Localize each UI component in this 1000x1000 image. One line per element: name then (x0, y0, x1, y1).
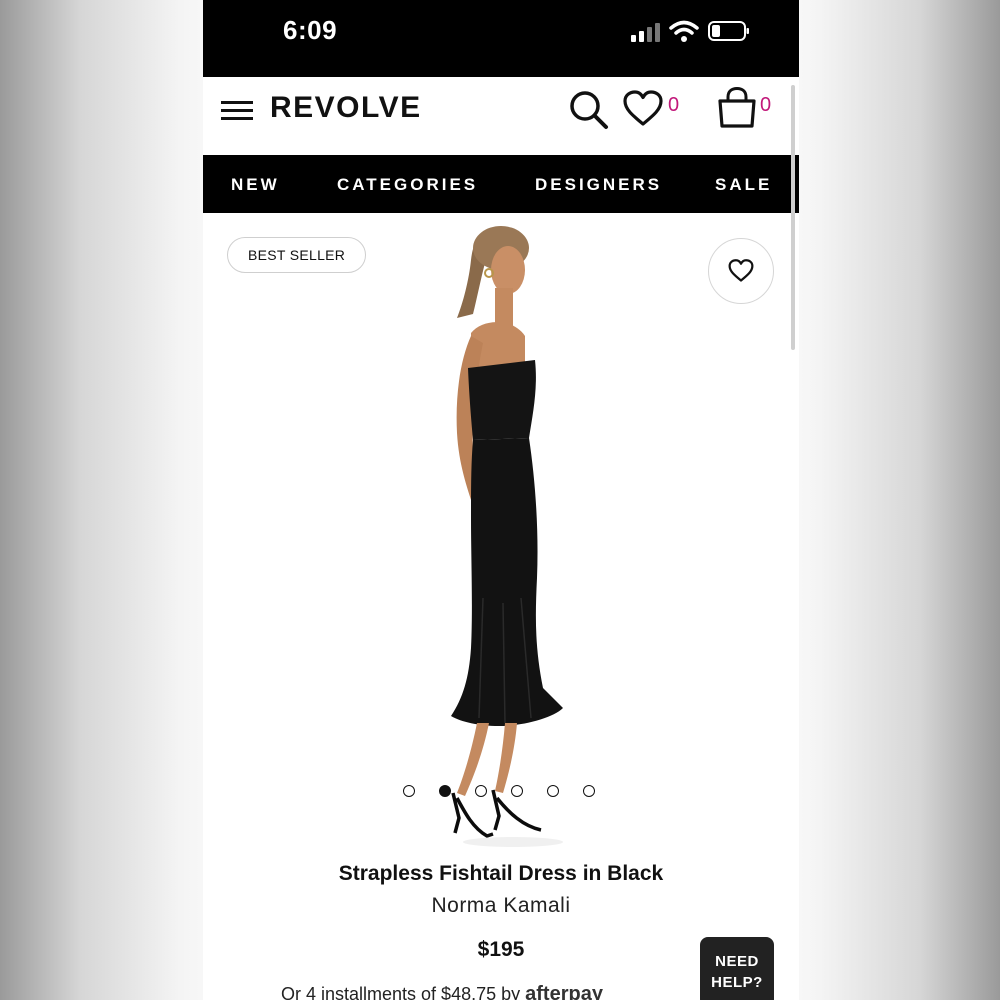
carousel-dot-1[interactable] (403, 785, 415, 797)
hamburger-menu-icon[interactable] (221, 99, 255, 123)
need-help-line-1: NEED (715, 953, 759, 970)
page-scrollbar[interactable] (791, 85, 795, 350)
search-icon[interactable] (568, 89, 610, 131)
status-bar: 6:09 (203, 0, 799, 77)
need-help-button[interactable]: NEED HELP? (700, 937, 774, 1000)
product-image-gallery[interactable]: BEST SELLER (203, 213, 799, 853)
heart-icon (728, 259, 754, 282)
best-seller-badge: BEST SELLER (227, 237, 367, 273)
afterpay-installments: Or 4 installments of $48.75 by afterpay (281, 983, 603, 1000)
nav-item-new[interactable]: NEW (231, 175, 280, 195)
wishlist-count: 0 (668, 94, 680, 116)
nav-item-sale[interactable]: SALE (715, 175, 772, 195)
battery-icon (708, 21, 749, 41)
nav-item-categories[interactable]: CATEGORIES (337, 175, 478, 195)
carousel-dot-4[interactable] (511, 785, 523, 797)
installments-text: Or 4 installments of $48.75 by (281, 984, 521, 1000)
shopping-bag-icon[interactable] (716, 87, 758, 129)
bag-count: 0 (760, 94, 772, 116)
wishlist-heart-icon[interactable] (622, 90, 664, 128)
phone-screen: 6:09 REVOLVE 0 0 NEW CATEGORIES DESIGNER… (203, 0, 799, 1000)
product-title: Strapless Fishtail Dress in Black (338, 862, 664, 885)
product-brand-link[interactable]: Norma Kamali (203, 894, 799, 918)
carousel-dot-3[interactable] (475, 785, 487, 797)
site-header: REVOLVE 0 0 (203, 77, 799, 155)
product-photo-model-in-dress (451, 226, 563, 847)
status-time: 6:09 (283, 15, 338, 45)
need-help-line-2: HELP? (711, 974, 763, 991)
carousel-dot-5[interactable] (547, 785, 559, 797)
add-to-wishlist-button[interactable] (708, 238, 774, 304)
carousel-dot-2[interactable] (439, 785, 451, 797)
revolve-logo[interactable]: REVOLVE (270, 91, 422, 125)
wifi-icon (669, 20, 699, 42)
nav-item-designers[interactable]: DESIGNERS (535, 175, 662, 195)
main-navigation: NEW CATEGORIES DESIGNERS SALE (203, 155, 799, 213)
carousel-dot-6[interactable] (583, 785, 595, 797)
afterpay-logo[interactable]: afterpay (525, 983, 603, 1000)
image-carousel-indicators (403, 785, 603, 799)
cellular-signal-icon (631, 23, 660, 42)
